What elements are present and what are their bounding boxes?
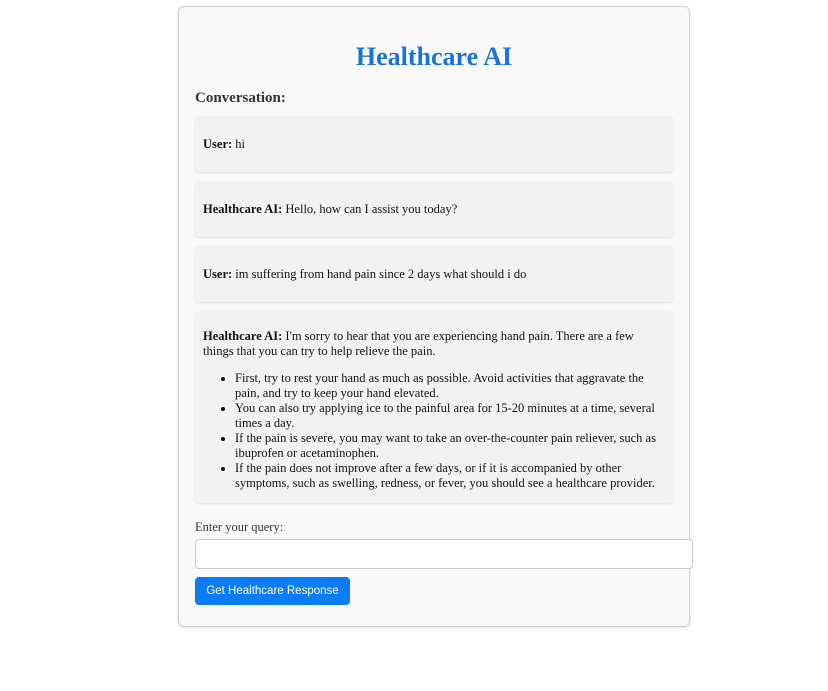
query-label: Enter your query: <box>195 520 284 534</box>
message-text: hi <box>232 136 246 151</box>
message-speaker: User: <box>203 266 233 281</box>
message-speaker: User: <box>203 136 233 151</box>
advice-item: You can also try applying ice to the pai… <box>235 401 665 431</box>
message-body: User: im suffering from hand pain since … <box>203 267 526 282</box>
message-user-2: User: im suffering from hand pain since … <box>195 246 673 302</box>
message-speaker: Healthcare AI: <box>203 329 283 343</box>
advice-item: If the pain does not improve after a few… <box>235 461 665 491</box>
page-title: Healthcare AI <box>355 42 513 71</box>
message-ai-2: Healthcare AI: I'm sorry to hear that yo… <box>195 311 673 503</box>
message-ai-1: Healthcare AI: Hello, how can I assist y… <box>195 181 673 237</box>
message-body: Healthcare AI: Hello, how can I assist y… <box>203 202 457 217</box>
query-input[interactable] <box>195 539 693 569</box>
message-list: User: hi Healthcare AI: Hello, how can I… <box>195 116 673 503</box>
message-user-1: User: hi <box>195 116 673 172</box>
get-response-button[interactable]: Get Healthcare Response <box>195 577 350 605</box>
advice-item: If the pain is severe, you may want to t… <box>235 431 665 461</box>
message-speaker: Healthcare AI: <box>203 201 283 216</box>
advice-item: First, try to rest your hand as much as … <box>235 371 665 401</box>
chat-card: Healthcare AI Conversation: User: hi Hea… <box>178 6 693 627</box>
message-body: Healthcare AI: I'm sorry to hear that yo… <box>203 329 665 359</box>
conversation-heading: Conversation: <box>195 90 286 106</box>
message-text: im suffering from hand pain since 2 days… <box>232 266 527 281</box>
message-body: User: hi <box>203 137 245 152</box>
message-text: Hello, how can I assist you today? <box>282 201 458 216</box>
advice-list: First, try to rest your hand as much as … <box>203 371 665 491</box>
